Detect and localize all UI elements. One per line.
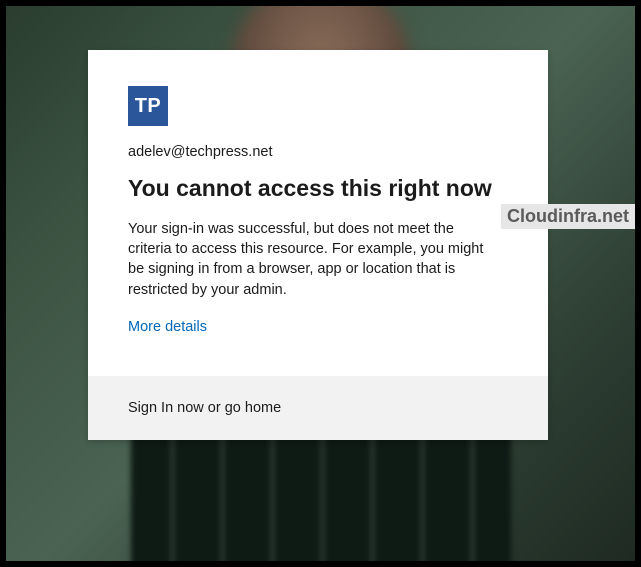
- dialog-heading: You cannot access this right now: [128, 174, 508, 203]
- more-details-link[interactable]: More details: [128, 319, 207, 335]
- watermark-label: Cloudinfra.net: [501, 204, 635, 229]
- dialog-footer: Sign In now or go home: [88, 376, 548, 440]
- access-blocked-dialog: TP adelev@techpress.net You cannot acces…: [88, 50, 548, 440]
- org-logo-text: TP: [135, 95, 162, 118]
- footer-text: Sign In now or go home: [128, 400, 281, 416]
- account-email: adelev@techpress.net: [128, 144, 508, 160]
- org-logo: TP: [128, 86, 168, 126]
- dialog-body: TP adelev@techpress.net You cannot acces…: [88, 50, 548, 376]
- dialog-message: Your sign-in was successful, but does no…: [128, 219, 488, 300]
